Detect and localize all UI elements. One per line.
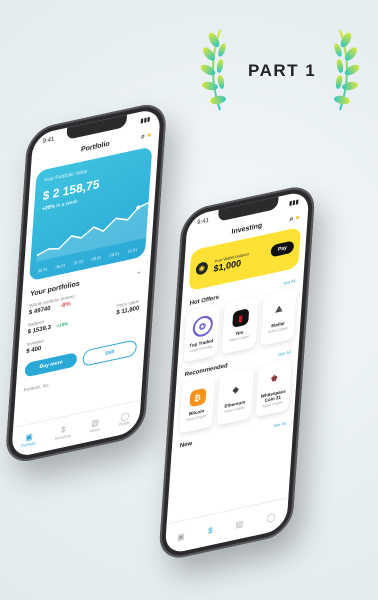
header-actions: ⌕ ● [289,214,300,224]
stat-invested: Invested $ 400 [26,338,44,355]
see-all-link[interactable]: See All [273,421,286,430]
offer-sub: Asset Crypto [229,334,250,343]
pay-button[interactable]: Pay [270,240,295,258]
tab-news[interactable]: ▤ [236,518,244,529]
portfolio-screen: 9:41 ▮▮▮ Portfolio ⌕ ● Your Portfolio Va… [11,107,161,459]
section-title: New [179,440,193,450]
battery-icon: ▮▮▮ [288,199,300,208]
tab-investing[interactable]: $ Investing [55,423,72,441]
change-period: In a week [55,198,78,210]
tab-label: News [89,426,100,434]
top-traded-icon: ✪ [191,314,214,339]
tab-label: Profile [118,419,131,428]
offer-card[interactable]: ✪ Top Traded Asset Growing [183,304,221,363]
coin-card[interactable]: ₿ Bitcoin Asset Crypto [178,375,216,434]
laurel-right-icon [334,29,360,111]
axis-tick: 08.01 [91,254,102,262]
bell-icon[interactable]: ● [295,214,300,222]
status-time: 9:41 [196,217,209,227]
tab-portfolio[interactable]: ▣ Portfolio [21,431,37,449]
phone-investing: 9:41 ▮▮▮ Investing ⌕ ● ◉ Your Wallet bal… [158,182,316,563]
bitcoin-icon: ₿ [189,387,207,408]
nio-icon: ▮ [232,308,250,328]
tab-portfolio[interactable]: ▣ [177,531,185,542]
tab-profile[interactable]: ◯ [266,511,276,522]
header-actions: ⌕ ● [141,131,152,141]
axis-tick: 07.01 [73,258,84,266]
offer-card[interactable]: ⟁ Stellar Asset Crypto [260,287,297,346]
sell-button[interactable]: Sell [82,339,138,368]
stat-value: $ 400 [26,345,42,356]
tab-news[interactable]: ▤ News [90,417,101,433]
investing-screen: 9:41 ▮▮▮ Investing ⌕ ● ◉ Your Wallet bal… [164,189,310,556]
ethereum-icon: ◆ [232,384,240,395]
battery-icon: ▮▮▮ [140,116,151,125]
whitespace-coin-icon: ♚ [270,373,279,384]
phone-portfolio: 9:41 ▮▮▮ Portfolio ⌕ ● Your Portfolio Va… [4,99,168,467]
part-badge: PART 1 [200,26,360,116]
tab-label: Portfolio [21,440,37,449]
tab-label: Investing [54,432,71,442]
part-title: PART 1 [248,61,317,80]
see-all-link[interactable]: See All [283,278,296,287]
axis-tick: 06.01 [55,262,66,270]
stat-balance: Balance $ 1539,3 +10% [27,314,68,336]
profile-icon: ◯ [266,511,276,523]
buy-more-button[interactable]: Buy more [24,352,78,378]
axis-tick: 10.01 [127,246,138,255]
offer-card[interactable]: ▮ Nio Asset Crypto [221,296,259,355]
search-icon[interactable]: ⌕ [289,215,293,223]
change-value: +20% [41,203,56,213]
stat-price: Price value $ 11,800 [116,298,140,317]
search-icon[interactable]: ⌕ [141,133,145,141]
balance-card[interactable]: Your Portfolio Value $ 2 158,75 +20% In … [29,146,155,282]
stellar-icon: ⟁ [275,303,283,315]
see-all-link[interactable]: See All [278,349,291,358]
coin-card[interactable]: ◆ Ethereum Asset Crypto [216,367,254,426]
axis-tick: 05.01 [37,266,48,274]
tab-profile[interactable]: ◯ Profile [118,411,131,428]
stat-change: +10% [56,320,69,329]
wallet-info: Your Wallet balance $1,000 [213,250,249,273]
portfolio-icon: ▣ [176,531,186,542]
axis-tick: 09.01 [109,250,120,258]
bell-icon[interactable]: ● [147,131,152,139]
coin-card[interactable]: ♚ Whitespace Coin 21 Asset Crypto [255,359,292,418]
fund-change: -8% [59,301,72,310]
chevron-down-icon[interactable]: ⌄ [136,267,142,276]
laurel-left-icon [200,29,226,111]
news-icon: ▤ [235,518,244,530]
dollar-icon: $ [207,525,213,536]
wallet-icon: ◉ [195,260,209,276]
tab-investing[interactable]: $ [208,525,213,535]
status-time: 9:41 [42,136,55,146]
